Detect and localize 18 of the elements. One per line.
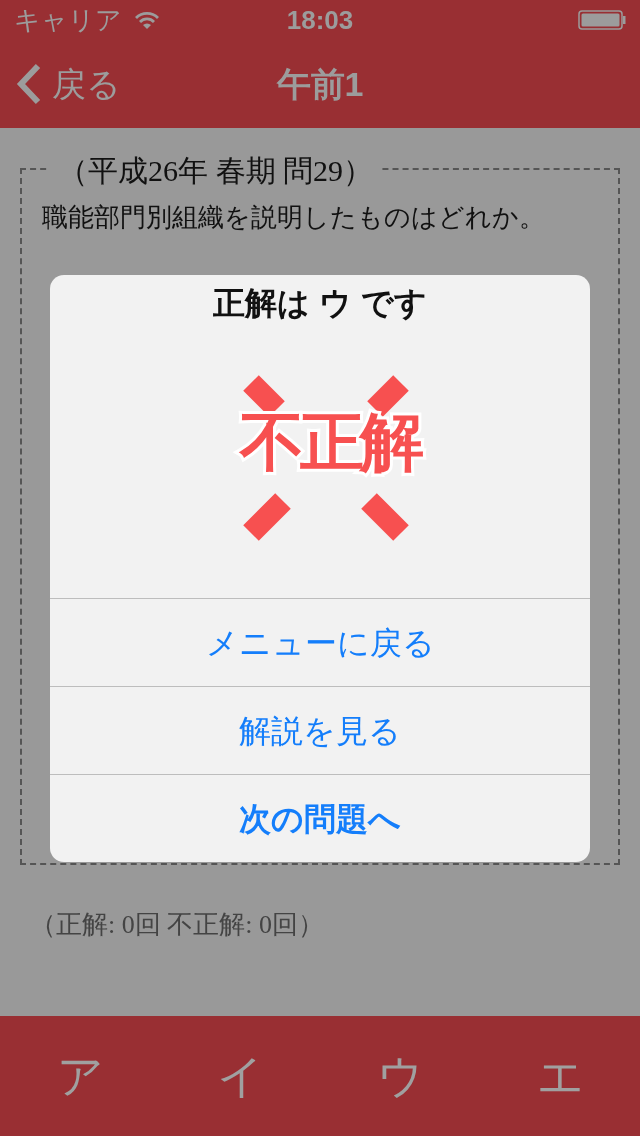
carrier-text: キャリア — [14, 3, 122, 37]
alert-button[interactable]: メニューに戻る — [50, 598, 590, 686]
answer-tab[interactable]: イ — [160, 1016, 320, 1136]
time-text: 18:03 — [285, 3, 355, 37]
stamp-text: 不正解 — [240, 410, 420, 474]
back-button[interactable]: 戻る — [0, 58, 121, 110]
answer-tab[interactable]: エ — [480, 1016, 640, 1136]
wifi-icon — [134, 10, 160, 30]
question-text: 職能部門別組織を説明したものはどれか。 — [42, 201, 546, 234]
battery-icon — [578, 10, 626, 30]
alert-button[interactable]: 解説を見る — [50, 686, 590, 774]
alert-button[interactable]: 次の問題へ — [50, 774, 590, 862]
stats-text: （正解: 0回 不正解: 0回） — [30, 909, 325, 941]
answer-tab[interactable]: ウ — [320, 1016, 480, 1136]
answer-tab[interactable]: ア — [0, 1016, 160, 1136]
nav-title: 午前1 — [275, 63, 365, 105]
alert-title: 正解は ウ です — [213, 284, 427, 323]
chevron-left-icon — [16, 63, 42, 105]
